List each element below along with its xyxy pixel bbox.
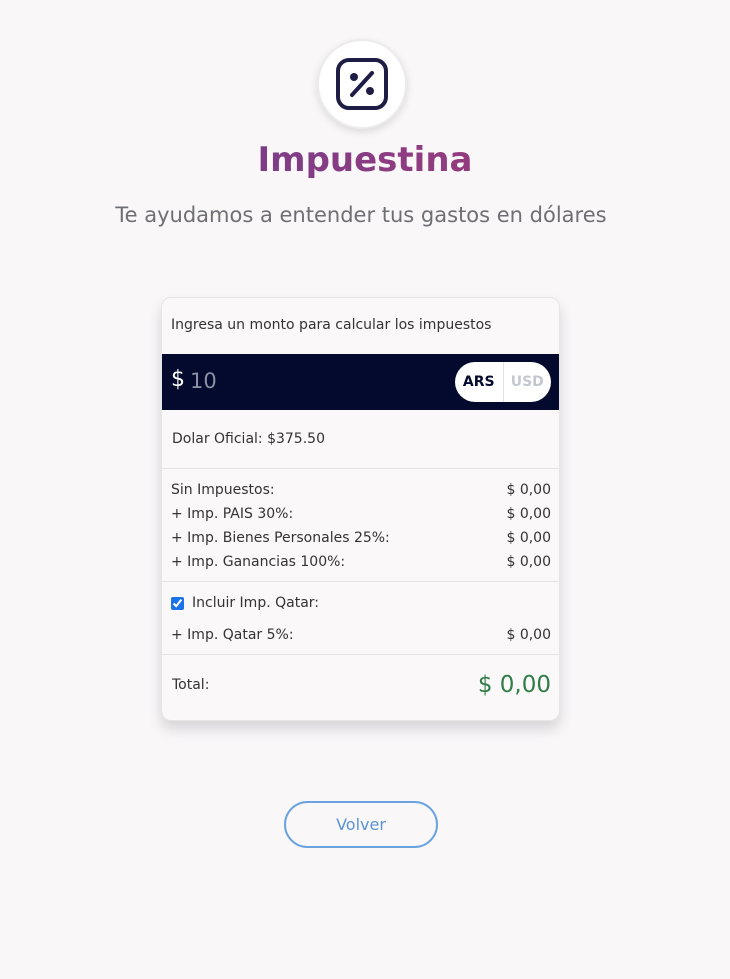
line-item: + Imp. Ganancias 100%: $ 0,00 bbox=[171, 554, 551, 570]
line-label: + Imp. Qatar 5%: bbox=[171, 627, 294, 643]
line-value: $ 0,00 bbox=[506, 530, 551, 546]
line-item: + Imp. Bienes Personales 25%: $ 0,00 bbox=[171, 530, 551, 546]
line-label: + Imp. Ganancias 100%: bbox=[171, 554, 346, 570]
total-label: Total: bbox=[172, 677, 210, 693]
app-title: Impuestina bbox=[0, 140, 730, 180]
official-rate: Dolar Oficial: $375.50 bbox=[172, 431, 325, 447]
total-value: $ 0,00 bbox=[477, 672, 551, 698]
calculator-card: Ingresa un monto para calcular los impue… bbox=[161, 297, 560, 721]
page: Impuestina Te ayudamos a entender tus ga… bbox=[0, 0, 730, 979]
line-label: + Imp. Bienes Personales 25%: bbox=[171, 530, 390, 546]
divider bbox=[162, 654, 559, 655]
calculator-prompt: Ingresa un monto para calcular los impue… bbox=[171, 317, 492, 333]
line-item: Sin Impuestos: $ 0,00 bbox=[171, 482, 551, 498]
divider bbox=[162, 468, 559, 469]
line-item-qatar: + Imp. Qatar 5%: $ 0,00 bbox=[171, 627, 551, 643]
qatar-checkbox-row[interactable]: Incluir Imp. Qatar: bbox=[171, 595, 319, 611]
amount-bar: $ ARS USD bbox=[162, 354, 559, 410]
line-value: $ 0,00 bbox=[506, 482, 551, 498]
currency-toggle: ARS USD bbox=[455, 362, 551, 402]
percent-icon bbox=[336, 58, 388, 110]
line-label: + Imp. PAIS 30%: bbox=[171, 506, 294, 522]
line-item: + Imp. PAIS 30%: $ 0,00 bbox=[171, 506, 551, 522]
app-logo bbox=[317, 39, 407, 129]
qatar-checkbox[interactable] bbox=[171, 596, 184, 610]
amount-input[interactable] bbox=[190, 365, 390, 397]
currency-option-usd[interactable]: USD bbox=[502, 362, 552, 402]
app-subtitle: Te ayudamos a entender tus gastos en dól… bbox=[115, 203, 607, 227]
currency-option-ars[interactable]: ARS bbox=[455, 362, 503, 402]
qatar-checkbox-label: Incluir Imp. Qatar: bbox=[192, 595, 320, 611]
line-label: Sin Impuestos: bbox=[171, 482, 275, 498]
line-value: $ 0,00 bbox=[506, 506, 551, 522]
back-button[interactable]: Volver bbox=[284, 801, 438, 848]
line-value: $ 0,00 bbox=[506, 627, 551, 643]
currency-symbol: $ bbox=[171, 367, 185, 392]
divider bbox=[162, 581, 559, 582]
line-value: $ 0,00 bbox=[506, 554, 551, 570]
